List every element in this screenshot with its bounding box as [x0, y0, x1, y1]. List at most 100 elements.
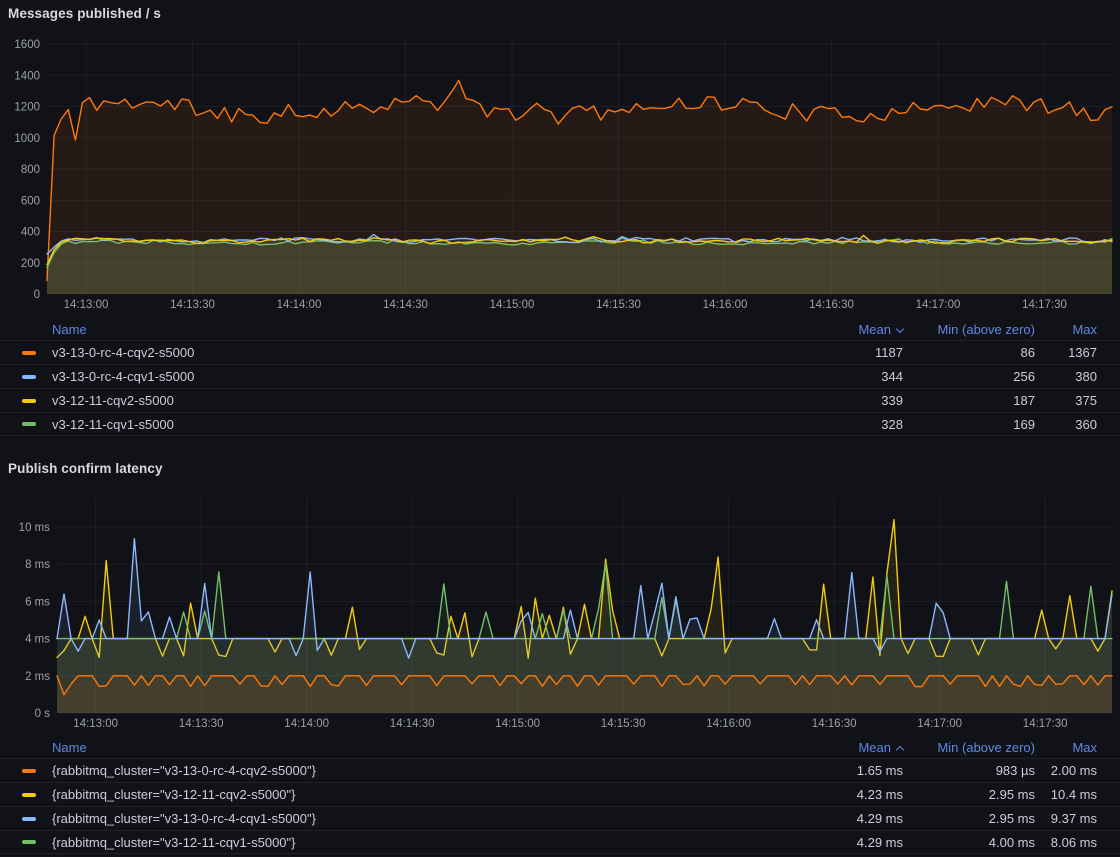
- series-color-swatch[interactable]: [22, 769, 36, 773]
- x-axis-tick-label: 14:14:00: [277, 299, 322, 311]
- series-fill-area: [57, 676, 1112, 713]
- series-max-value: 1367: [1035, 345, 1097, 360]
- series-group: [57, 520, 1112, 713]
- series-color-swatch[interactable]: [22, 817, 36, 821]
- series-color-swatch[interactable]: [22, 351, 36, 355]
- x-axis-tick-label: 14:16:00: [706, 718, 751, 730]
- y-axis-tick-label: 200: [21, 258, 40, 270]
- series-mean-value: 4.29 ms: [783, 811, 903, 826]
- series-name[interactable]: {rabbitmq_cluster="v3-12-11-cqv1-s5000"}: [44, 835, 783, 850]
- legend-header-min[interactable]: Min (above zero): [903, 740, 1035, 755]
- series-max-value: 8.06 ms: [1035, 835, 1097, 850]
- y-axis-tick-label: 4 ms: [25, 634, 50, 646]
- legend-header-mean[interactable]: Mean: [783, 740, 903, 755]
- messages-published-time-series-plot[interactable]: 0200400600800100012001400160014:13:0014:…: [0, 30, 1120, 318]
- legend-header-name[interactable]: Name: [44, 740, 783, 755]
- x-axis-tick-label: 14:15:00: [490, 299, 535, 311]
- series-color-swatch[interactable]: [22, 422, 36, 426]
- x-axis-tick-label: 14:13:30: [179, 718, 224, 730]
- panel-title[interactable]: Messages published / s: [8, 6, 161, 21]
- panel-title[interactable]: Publish confirm latency: [8, 461, 163, 476]
- y-axis-tick-label: 0 s: [35, 708, 51, 720]
- series-fill-area: [47, 235, 1112, 294]
- series-name[interactable]: v3-12-11-cqv2-s5000: [44, 393, 783, 408]
- panel-messages-published: Messages published / s 02004006008001000…: [0, 0, 1120, 447]
- y-axis-tick-label: 2 ms: [25, 671, 50, 683]
- series-color-swatch[interactable]: [22, 840, 36, 844]
- legend-header-mean-label: Mean: [858, 740, 891, 755]
- y-axis-tick-label: 800: [21, 164, 40, 176]
- legend-header-row: Name Mean Min (above zero) Max: [0, 736, 1120, 758]
- series-min-value: 4.00 ms: [903, 835, 1035, 850]
- y-axis-tick-label: 1200: [14, 102, 40, 114]
- series-mean-value: 1187: [783, 345, 903, 360]
- x-axis-tick-label: 14:17:30: [1023, 718, 1068, 730]
- series-group: [47, 80, 1112, 294]
- legend-header-mean[interactable]: Mean: [783, 322, 903, 337]
- y-axis-tick-label: 1400: [14, 70, 40, 82]
- series-name[interactable]: {rabbitmq_cluster="v3-13-0-rc-4-cqv1-s50…: [44, 811, 783, 826]
- x-axis-tick-label: 14:15:30: [601, 718, 646, 730]
- series-max-value: 360: [1035, 417, 1097, 432]
- legend-header-max[interactable]: Max: [1035, 322, 1097, 337]
- series-min-value: 187: [903, 393, 1035, 408]
- y-axis-tick-label: 10 ms: [19, 522, 51, 534]
- x-axis-tick-label: 14:17:00: [916, 299, 961, 311]
- series-mean-value: 4.23 ms: [783, 787, 903, 802]
- legend-table-latency: Name Mean Min (above zero) Max {rabbitmq…: [0, 736, 1120, 854]
- series-name[interactable]: {rabbitmq_cluster="v3-13-0-rc-4-cqv2-s50…: [44, 763, 783, 778]
- y-axis-tick-label: 8 ms: [25, 559, 50, 571]
- series-color-swatch[interactable]: [22, 399, 36, 403]
- legend-header-min[interactable]: Min (above zero): [903, 322, 1035, 337]
- legend-row: {rabbitmq_cluster="v3-12-11-cqv1-s5000"}…: [0, 830, 1120, 854]
- series-color-swatch[interactable]: [22, 375, 36, 379]
- series-mean-value: 339: [783, 393, 903, 408]
- x-axis-tick-label: 14:14:00: [284, 718, 329, 730]
- series-min-value: 2.95 ms: [903, 787, 1035, 802]
- series-min-value: 256: [903, 369, 1035, 384]
- y-axis-tick-label: 6 ms: [25, 596, 50, 608]
- panel-publish-confirm-latency: Publish confirm latency 0 s 2 ms 4 ms 6 ms 8…: [0, 447, 1120, 857]
- series-mean-value: 4.29 ms: [783, 835, 903, 850]
- y-axis-tick-label: 400: [21, 227, 40, 239]
- y-axis-tick-label: 0: [34, 289, 40, 301]
- series-mean-value: 1.65 ms: [783, 763, 903, 778]
- x-axis-tick-label: 14:16:00: [703, 299, 748, 311]
- x-axis-tick-label: 14:13:00: [73, 718, 118, 730]
- x-axis-tick-label: 14:15:00: [495, 718, 540, 730]
- x-axis-tick-label: 14:17:00: [917, 718, 962, 730]
- series-max-value: 2.00 ms: [1035, 763, 1097, 778]
- legend-row: v3-13-0-rc-4-cqv2-s5000 1187 86 1367: [0, 340, 1120, 364]
- series-max-value: 10.4 ms: [1035, 787, 1097, 802]
- legend-header-mean-label: Mean: [858, 322, 891, 337]
- series-max-value: 9.37 ms: [1035, 811, 1097, 826]
- legend-row: {rabbitmq_cluster="v3-13-0-rc-4-cqv1-s50…: [0, 806, 1120, 830]
- legend-row: {rabbitmq_cluster="v3-12-11-cqv2-s5000"}…: [0, 782, 1120, 806]
- legend-table-messages: Name Mean Min (above zero) Max v3-13-0-r…: [0, 318, 1120, 436]
- legend-header-row: Name Mean Min (above zero) Max: [0, 318, 1120, 340]
- series-name[interactable]: v3-12-11-cqv1-s5000: [44, 417, 783, 432]
- series-color-swatch[interactable]: [22, 793, 36, 797]
- legend-header-name[interactable]: Name: [44, 322, 783, 337]
- grafana-dashboard: Messages published / s 02004006008001000…: [0, 0, 1120, 857]
- series-mean-value: 328: [783, 417, 903, 432]
- y-axis-tick-label: 600: [21, 195, 40, 207]
- series-name[interactable]: v3-13-0-rc-4-cqv2-s5000: [44, 345, 783, 360]
- series-min-value: 86: [903, 345, 1035, 360]
- series-min-value: 169: [903, 417, 1035, 432]
- series-min-value: 983 µs: [903, 763, 1035, 778]
- legend-header-max[interactable]: Max: [1035, 740, 1097, 755]
- series-mean-value: 344: [783, 369, 903, 384]
- x-axis-tick-label: 14:14:30: [390, 718, 435, 730]
- x-axis-tick-label: 14:13:30: [170, 299, 215, 311]
- publish-confirm-latency-time-series-plot[interactable]: 0 s 2 ms 4 ms 6 ms 8 ms 10 ms 14:13:00 14:13:30…: [0, 490, 1120, 736]
- y-axis-tick-label: 1600: [14, 39, 40, 51]
- x-axis-tick-label: 14:14:30: [383, 299, 428, 311]
- series-name[interactable]: {rabbitmq_cluster="v3-12-11-cqv2-s5000"}: [44, 787, 783, 802]
- x-axis-tick-label: 14:17:30: [1022, 299, 1067, 311]
- x-axis-tick-label: 14:16:30: [812, 718, 857, 730]
- series-name[interactable]: v3-13-0-rc-4-cqv1-s5000: [44, 369, 783, 384]
- series-min-value: 2.95 ms: [903, 811, 1035, 826]
- x-axis-tick-label: 14:16:30: [809, 299, 854, 311]
- legend-row: v3-12-11-cqv1-s5000 328 169 360: [0, 412, 1120, 436]
